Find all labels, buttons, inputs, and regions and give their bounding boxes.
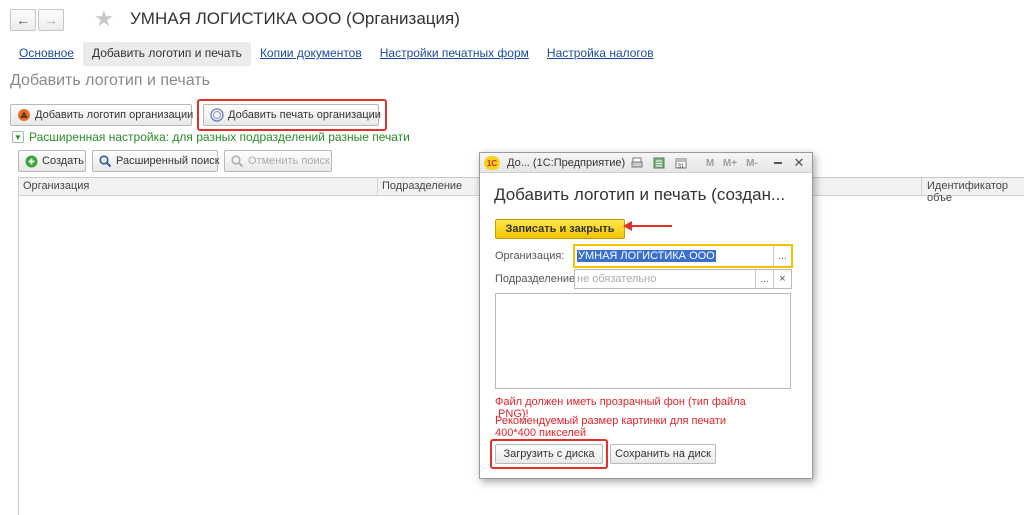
calendar-day: 31 [677,164,685,170]
cancel-search-button[interactable]: Отменить поиск [224,150,332,172]
plus-icon [25,154,38,168]
advanced-settings-label: Расширенная настройка: для разных подраз… [29,130,410,144]
dialog-titlebar: 1С До... (1С:Предприятие) 31 M M+ M- ✕ [480,153,812,173]
division-field[interactable]: не обязательно ... × [574,269,792,289]
organization-select-button[interactable]: ... [773,246,791,266]
tab-print-settings[interactable]: Настройки печатных форм [371,42,538,66]
division-placeholder: не обязательно [577,273,657,285]
add-logo-button[interactable]: Добавить логотип организации [10,104,194,126]
tab-doc-copies[interactable]: Копии документов [251,42,371,66]
organization-field[interactable]: УМНАЯ ЛОГИСТИКА ООО ... [573,244,793,268]
search-cancel-icon [231,154,244,168]
image-preview-area[interactable] [495,293,791,389]
division-clear-button[interactable]: × [773,270,791,288]
advanced-search-label: Расширенный поиск [116,155,220,167]
chevron-down-icon: ▼ [12,131,24,143]
tab-tax-settings[interactable]: Настройка налогов [538,42,663,66]
back-button[interactable]: ← [10,9,36,31]
search-icon [99,154,112,168]
print-icon[interactable] [630,156,644,170]
organization-label: Организация: [495,250,565,262]
create-button[interactable]: Создать [18,150,86,172]
advanced-search-button[interactable]: Расширенный поиск [92,150,220,172]
close-icon[interactable]: ✕ [792,155,806,170]
warning-size-recommendation: Рекомендуемый размер картинки для печати… [495,415,727,439]
organization-value: УМНАЯ ЛОГИСТИКА ООО [577,250,716,262]
save-to-disk-button[interactable]: Сохранить на диск [610,444,716,464]
logo-icon [17,108,31,122]
highlight-stamp-box [197,99,387,131]
tab-main[interactable]: Основное [10,42,83,66]
column-organization[interactable]: Организация [23,180,89,192]
division-select-button[interactable]: ... [755,270,773,288]
tab-logo-stamp[interactable]: Добавить логотип и печать [82,42,251,66]
favorite-star-icon[interactable]: ★ [94,8,114,30]
1c-logo-icon: 1С [484,156,500,170]
advanced-settings-toggle[interactable]: ▼ Расширенная настройка: для разных подр… [12,130,410,144]
division-label: Подразделение: [495,273,579,285]
page-title: УМНАЯ ЛОГИСТИКА ООО (Организация) [130,9,460,28]
memory-minus-button[interactable]: M- [742,156,762,170]
column-divider [921,178,922,196]
red-arrow-pointer [623,221,672,231]
calculator-icon[interactable] [652,156,666,170]
menu-icon[interactable] [771,156,785,170]
column-divider [377,178,378,196]
dialog-title: Добавить логотип и печать (создан... [494,185,786,204]
highlight-load-box [490,439,608,469]
column-division[interactable]: Подразделение [382,180,462,192]
arrow-right-icon: → [44,12,58,28]
save-and-close-button[interactable]: Записать и закрыть [495,219,625,239]
logo-stamp-dialog: 1С До... (1С:Предприятие) 31 M M+ M- ✕ Д… [479,152,813,479]
column-object-id[interactable]: Идентификатор объе [927,180,1024,204]
memory-plus-button[interactable]: M+ [720,156,740,170]
arrow-left-icon: ← [16,12,30,28]
dialog-window-title: До... (1С:Предприятие) [507,157,626,169]
forward-button[interactable]: → [38,9,64,31]
memory-button[interactable]: M [703,156,717,170]
add-logo-label: Добавить логотип организации [35,109,194,121]
section-title: Добавить логотип и печать [10,72,210,89]
create-label: Создать [42,155,84,167]
tab-bar: Основное Добавить логотип и печать Копии… [10,42,663,66]
cancel-search-label: Отменить поиск [248,155,330,167]
